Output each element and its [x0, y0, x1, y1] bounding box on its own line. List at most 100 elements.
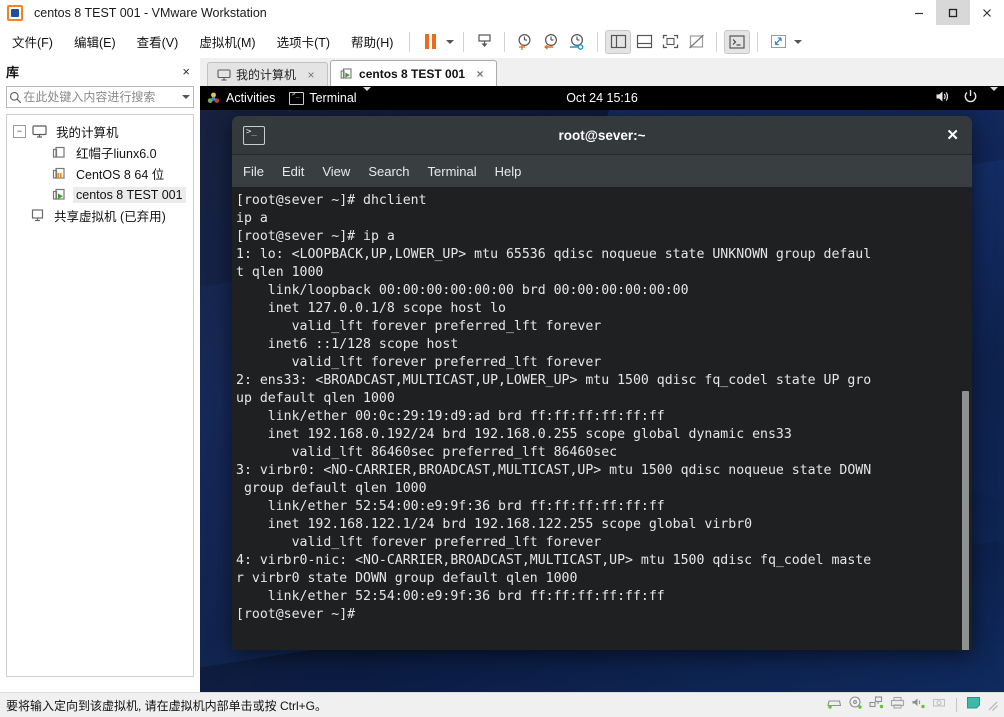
terminal-window: root@sever:~ ✕ File Edit View Search Ter…	[232, 116, 972, 650]
terminal-icon	[729, 34, 745, 49]
collapse-toggle-icon[interactable]: −	[13, 125, 26, 138]
pause-icon	[424, 34, 436, 49]
unity-mode-button[interactable]	[683, 30, 709, 54]
clock-back-icon	[544, 33, 558, 50]
app-menu-terminal[interactable]: Terminal	[282, 86, 377, 110]
stretch-button[interactable]	[765, 30, 791, 54]
tree-item-redhat-linux[interactable]: 红帽子liunx6.0	[7, 142, 193, 163]
library-sidebar: 库 × −	[0, 58, 200, 692]
toolbar-separator	[757, 31, 759, 52]
tree-item-label: CentOS 8 64 位	[76, 168, 165, 182]
show-library-button[interactable]	[605, 29, 632, 54]
tab-close-icon[interactable]: ×	[472, 67, 488, 81]
terminal-menu-terminal[interactable]: Terminal	[428, 164, 477, 179]
show-thumbnail-bar-button[interactable]	[631, 30, 657, 54]
hard-disk-icon[interactable]	[827, 696, 842, 714]
computer-icon	[216, 68, 231, 81]
vm-running-icon	[339, 67, 354, 80]
suspend-button[interactable]	[417, 30, 443, 54]
close-button[interactable]	[970, 0, 1004, 25]
expand-arrows-icon	[770, 35, 786, 48]
terminal-scrollbar-thumb[interactable]	[962, 391, 969, 650]
network-adapter-icon[interactable]	[869, 696, 884, 714]
tab-centos8-test001[interactable]: centos 8 TEST 001 ×	[330, 60, 498, 86]
take-snapshot-button[interactable]	[512, 30, 538, 54]
status-separator	[956, 698, 957, 712]
terminal-menu-view[interactable]: View	[322, 164, 350, 179]
display-indicator-icon[interactable]	[966, 696, 981, 715]
resize-grip-icon[interactable]	[987, 699, 999, 711]
sidebar-left-icon	[610, 34, 626, 49]
menu-view[interactable]: 查看(V)	[128, 28, 188, 55]
vmware-logo-icon	[7, 4, 23, 21]
panel-bottom-icon	[636, 34, 652, 49]
terminal-scrollbar[interactable]	[961, 187, 970, 650]
tab-close-icon[interactable]: ×	[303, 68, 319, 82]
terminal-output-text: [root@sever ~]# dhclient ip a [root@seve…	[236, 193, 872, 622]
terminal-menu-help[interactable]: Help	[495, 164, 522, 179]
terminal-title: root@sever:~	[558, 127, 646, 143]
menu-help[interactable]: 帮助(H)	[342, 28, 402, 55]
gnome-status-menu[interactable]	[935, 87, 1004, 107]
vm-suspended-icon	[51, 167, 68, 180]
revert-snapshot-button[interactable]	[538, 30, 564, 54]
library-close-icon[interactable]: ×	[178, 62, 194, 81]
speaker-icon	[935, 89, 951, 107]
toolbar-separator	[504, 31, 506, 52]
chevron-down-icon[interactable]	[178, 95, 193, 99]
terminal-title-bar: root@sever:~ ✕	[232, 116, 972, 155]
console-button[interactable]	[724, 29, 751, 54]
terminal-output-area[interactable]: [root@sever ~]# dhclient ip a [root@seve…	[232, 187, 972, 650]
shared-vm-icon	[29, 209, 46, 222]
chevron-down-icon	[793, 39, 802, 44]
menu-bar: 文件(F) 编辑(E) 查看(V) 虚拟机(M) 选项卡(T) 帮助(H)	[0, 25, 1004, 58]
tree-item-my-computer[interactable]: − 我的计算机	[7, 121, 193, 142]
fullscreen-button[interactable]	[657, 30, 683, 54]
terminal-icon	[243, 125, 265, 145]
tree-item-label: 我的计算机	[56, 126, 119, 140]
menu-tabs[interactable]: 选项卡(T)	[268, 28, 339, 55]
tab-my-computer[interactable]: 我的计算机 ×	[207, 62, 329, 86]
snapshot-icon	[478, 34, 491, 47]
terminal-menu-edit[interactable]: Edit	[282, 164, 304, 179]
terminal-menu-file[interactable]: File	[243, 164, 264, 179]
vm-stopped-icon	[51, 146, 68, 159]
clock-plus-icon	[518, 33, 531, 50]
tree-item-label: centos 8 TEST 001	[73, 186, 186, 203]
minimize-button[interactable]	[902, 0, 936, 25]
sound-card-icon[interactable]	[911, 696, 926, 714]
tree-item-label: 红帽子liunx6.0	[76, 147, 157, 161]
unity-off-icon	[688, 34, 704, 49]
tree-item-shared-vms[interactable]: 共享虚拟机 (已弃用)	[7, 205, 193, 226]
power-dropdown[interactable]	[443, 30, 456, 54]
toolbar-separator	[463, 31, 465, 52]
vmware-workstation-window: centos 8 TEST 001 - VMware Workstation 文…	[0, 0, 1004, 717]
tree-item-centos8-test001[interactable]: centos 8 TEST 001	[7, 184, 193, 205]
library-search-box[interactable]	[6, 86, 194, 108]
search-input[interactable]	[23, 90, 179, 104]
manage-snapshots-button[interactable]	[564, 30, 590, 54]
status-device-icons	[827, 696, 1004, 715]
clock-wrench-icon	[570, 33, 584, 50]
tree-item-label: 共享虚拟机 (已弃用)	[54, 210, 166, 224]
maximize-button[interactable]	[936, 0, 970, 25]
guest-screen[interactable]: Activities Terminal Oct 24 15:16	[200, 86, 1004, 692]
activities-button[interactable]: Activities	[200, 86, 282, 110]
printer-icon[interactable]	[890, 696, 905, 714]
window-controls	[902, 0, 1004, 25]
status-message: 要将输入定向到该虚拟机, 请在虚拟机内部单击或按 Ctrl+G。	[6, 698, 328, 713]
menu-file[interactable]: 文件(F)	[3, 28, 62, 55]
terminal-close-icon[interactable]: ✕	[946, 126, 959, 144]
menu-edit[interactable]: 编辑(E)	[65, 28, 125, 55]
camera-icon[interactable]	[932, 696, 947, 714]
tree-item-centos8-64[interactable]: CentOS 8 64 位	[7, 163, 193, 184]
snapshot-manager-button[interactable]	[471, 30, 497, 54]
library-tree: − 我的计算机 红帽子liunx6.0 CentOS 8 64 位 centos…	[6, 114, 194, 677]
cd-dvd-icon[interactable]	[848, 696, 863, 714]
terminal-menu-search[interactable]: Search	[368, 164, 409, 179]
menu-virtual-machine[interactable]: 虚拟机(M)	[190, 28, 264, 55]
fullscreen-icon	[662, 34, 679, 49]
stretch-dropdown[interactable]	[791, 30, 804, 54]
toolbar-separator	[597, 31, 599, 52]
tab-strip: 我的计算机 × centos 8 TEST 001 ×	[200, 58, 1004, 86]
